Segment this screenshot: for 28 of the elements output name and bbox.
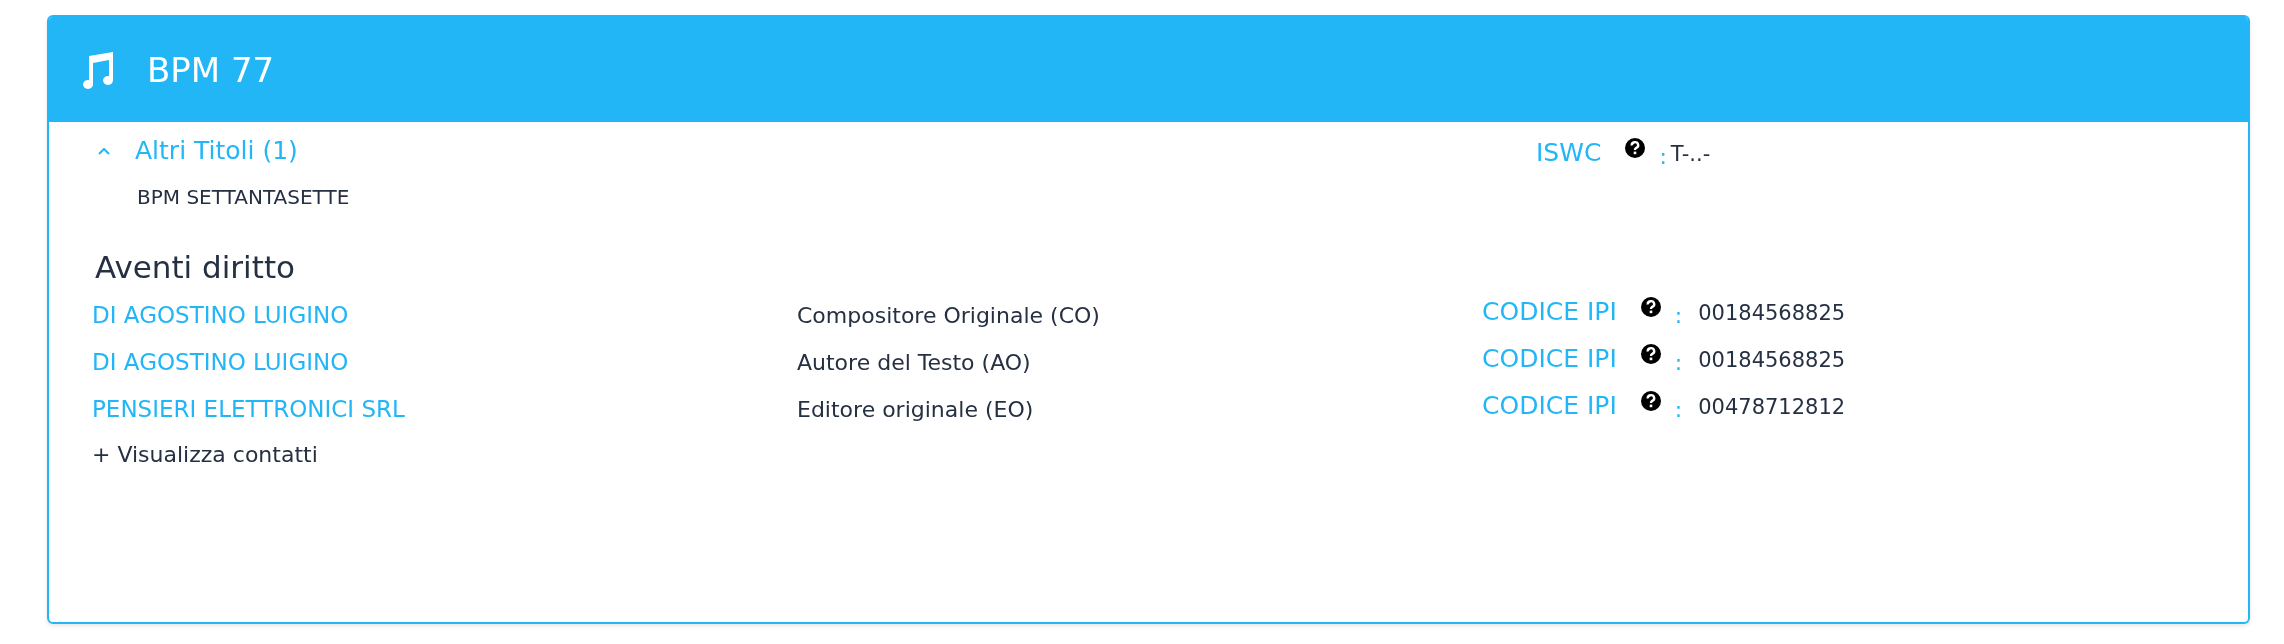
show-contacts-link[interactable]: + Visualizza contatti <box>89 422 318 467</box>
help-icon[interactable] <box>1640 391 1661 411</box>
iswc-label: ISWC <box>1536 138 1602 167</box>
other-titles-toggle[interactable]: Altri Titoli (1) <box>89 136 298 165</box>
role-text: Editore originale (EO) <box>797 397 1035 422</box>
chevron-icon <box>97 145 111 156</box>
separator-colon: : <box>1674 396 1683 422</box>
help-icon[interactable] <box>1640 297 1661 317</box>
separator-colon: : <box>1659 143 1667 169</box>
rights-holder-link[interactable]: PENSIERI ELETTRONICI SRL <box>92 396 797 422</box>
alternate-title: BPM SETTANTASETTE <box>136 184 351 209</box>
card-title: BPM 77 <box>147 49 275 90</box>
ipi-code: 00184568825 <box>1698 347 1846 372</box>
section-heading: Aventi diritto <box>94 248 296 287</box>
role-text: Compositore Originale (CO) <box>797 303 1101 328</box>
iswc-value: T-..- <box>1670 141 1711 166</box>
ipi-label: CODICE IPI <box>1482 391 1617 420</box>
help-icon[interactable] <box>1625 138 1646 158</box>
separator-colon: : <box>1674 349 1683 375</box>
help-icon[interactable] <box>1640 344 1661 364</box>
ipi-code: 00184568825 <box>1698 300 1846 325</box>
ipi-label: CODICE IPI <box>1482 297 1617 326</box>
rights-holder-link[interactable]: DI AGOSTINO LUIGINO <box>92 302 797 328</box>
rights-holder-link[interactable]: DI AGOSTINO LUIGINO <box>92 349 797 375</box>
role-text: Autore del Testo (AO) <box>797 350 1032 375</box>
ipi-label: CODICE IPI <box>1482 344 1617 373</box>
separator-colon: : <box>1674 302 1683 328</box>
ipi-code: 00478712812 <box>1698 394 1846 419</box>
